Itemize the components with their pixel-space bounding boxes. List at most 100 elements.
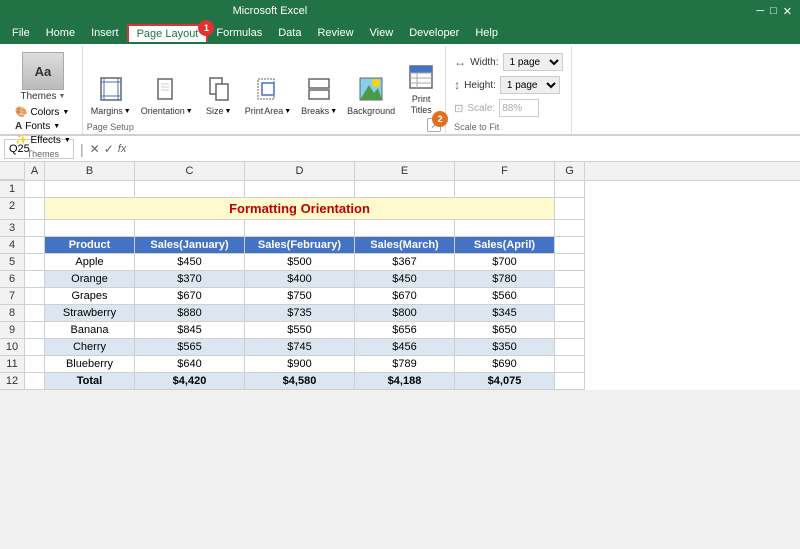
cell[interactable]: [355, 181, 455, 198]
row-number[interactable]: 5: [0, 254, 25, 271]
data-cell[interactable]: $4,075: [455, 373, 555, 390]
cell-a[interactable]: [25, 373, 45, 390]
data-cell[interactable]: $560: [455, 288, 555, 305]
data-cell-product[interactable]: Cherry: [45, 339, 135, 356]
cell[interactable]: [555, 305, 585, 322]
col-header-d[interactable]: D: [245, 162, 355, 180]
cell-a[interactable]: [25, 220, 45, 237]
row-number[interactable]: 7: [0, 288, 25, 305]
data-cell[interactable]: $735: [245, 305, 355, 322]
data-cell[interactable]: $565: [135, 339, 245, 356]
cell[interactable]: [245, 220, 355, 237]
menu-formulas[interactable]: Formulas: [208, 25, 270, 41]
data-cell[interactable]: $700: [455, 254, 555, 271]
data-cell[interactable]: $845: [135, 322, 245, 339]
cell[interactable]: [45, 181, 135, 198]
maximize-icon[interactable]: □: [770, 5, 777, 18]
data-cell[interactable]: $650: [455, 322, 555, 339]
data-cell[interactable]: $450: [135, 254, 245, 271]
header-cell[interactable]: Sales(April): [455, 237, 555, 254]
effects-button[interactable]: ✨ Effects ▼: [12, 134, 74, 147]
cell[interactable]: [555, 339, 585, 356]
cell-a[interactable]: [25, 254, 45, 271]
formula-cancel-icon[interactable]: ✕: [90, 142, 100, 156]
data-cell-product[interactable]: Orange: [45, 271, 135, 288]
cell[interactable]: [555, 373, 585, 390]
data-cell-product[interactable]: Blueberry: [45, 356, 135, 373]
col-header-a[interactable]: A: [25, 162, 45, 180]
cell[interactable]: [135, 181, 245, 198]
data-cell-product[interactable]: Strawberry: [45, 305, 135, 322]
menu-review[interactable]: Review: [309, 25, 361, 41]
fonts-button[interactable]: A Fonts ▼: [12, 120, 74, 133]
margins-button[interactable]: Margins ▼: [87, 71, 135, 118]
col-header-c[interactable]: C: [135, 162, 245, 180]
formula-confirm-icon[interactable]: ✓: [104, 142, 114, 156]
data-cell[interactable]: $880: [135, 305, 245, 322]
data-cell[interactable]: $4,580: [245, 373, 355, 390]
cell-a[interactable]: [25, 288, 45, 305]
orientation-button[interactable]: Orientation ▼: [137, 71, 197, 118]
cell[interactable]: [555, 198, 585, 220]
row-number[interactable]: 6: [0, 271, 25, 288]
col-header-b[interactable]: B: [45, 162, 135, 180]
row-number[interactable]: 4: [0, 237, 25, 254]
col-header-e[interactable]: E: [355, 162, 455, 180]
data-cell[interactable]: $450: [355, 271, 455, 288]
header-cell[interactable]: Sales(January): [135, 237, 245, 254]
row-number[interactable]: 1: [0, 181, 25, 198]
data-cell[interactable]: $640: [135, 356, 245, 373]
cell[interactable]: [455, 220, 555, 237]
width-select[interactable]: 1 page: [503, 53, 563, 71]
menu-page-layout[interactable]: Page Layout 1: [127, 24, 209, 42]
cell[interactable]: [455, 181, 555, 198]
formula-fx-icon[interactable]: fx: [118, 143, 127, 155]
row-number[interactable]: 8: [0, 305, 25, 322]
header-cell[interactable]: Product: [45, 237, 135, 254]
data-cell[interactable]: $780: [455, 271, 555, 288]
data-cell[interactable]: $750: [245, 288, 355, 305]
cell-a[interactable]: [25, 198, 45, 220]
scale-input[interactable]: [499, 99, 539, 117]
cell[interactable]: [555, 271, 585, 288]
data-cell[interactable]: $370: [135, 271, 245, 288]
data-cell[interactable]: $350: [455, 339, 555, 356]
breaks-button[interactable]: Breaks ▼: [297, 71, 341, 118]
header-cell[interactable]: Sales(February): [245, 237, 355, 254]
formula-input[interactable]: [130, 141, 796, 157]
data-cell-product[interactable]: Banana: [45, 322, 135, 339]
cell[interactable]: [555, 288, 585, 305]
menu-insert[interactable]: Insert: [83, 25, 127, 41]
data-cell[interactable]: $670: [355, 288, 455, 305]
data-cell-product[interactable]: Grapes: [45, 288, 135, 305]
close-icon[interactable]: ✕: [783, 5, 792, 18]
col-header-f[interactable]: F: [455, 162, 555, 180]
cell[interactable]: [555, 220, 585, 237]
background-button[interactable]: Background: [343, 71, 399, 118]
page-setup-dialog-launcher[interactable]: ↗ 2: [427, 118, 441, 132]
cell-a[interactable]: [25, 271, 45, 288]
row-number[interactable]: 3: [0, 220, 25, 237]
cell[interactable]: [555, 322, 585, 339]
header-cell[interactable]: Sales(March): [355, 237, 455, 254]
cell-a[interactable]: [25, 356, 45, 373]
cell[interactable]: [555, 254, 585, 271]
row-number[interactable]: 10: [0, 339, 25, 356]
row-number[interactable]: 2: [0, 198, 25, 220]
cell-a[interactable]: [25, 305, 45, 322]
print-area-button[interactable]: Print Area ▼: [241, 71, 295, 118]
menu-data[interactable]: Data: [270, 25, 309, 41]
cell-a[interactable]: [25, 181, 45, 198]
size-button[interactable]: Size ▼: [199, 71, 239, 118]
cell-a[interactable]: [25, 322, 45, 339]
data-cell[interactable]: $900: [245, 356, 355, 373]
data-cell[interactable]: $456: [355, 339, 455, 356]
data-cell[interactable]: $800: [355, 305, 455, 322]
menu-help[interactable]: Help: [467, 25, 506, 41]
data-cell[interactable]: $550: [245, 322, 355, 339]
cell[interactable]: [555, 356, 585, 373]
colors-button[interactable]: 🎨 Colors ▼: [12, 106, 74, 119]
col-header-g[interactable]: G: [555, 162, 585, 180]
data-cell[interactable]: $745: [245, 339, 355, 356]
cell[interactable]: [555, 181, 585, 198]
